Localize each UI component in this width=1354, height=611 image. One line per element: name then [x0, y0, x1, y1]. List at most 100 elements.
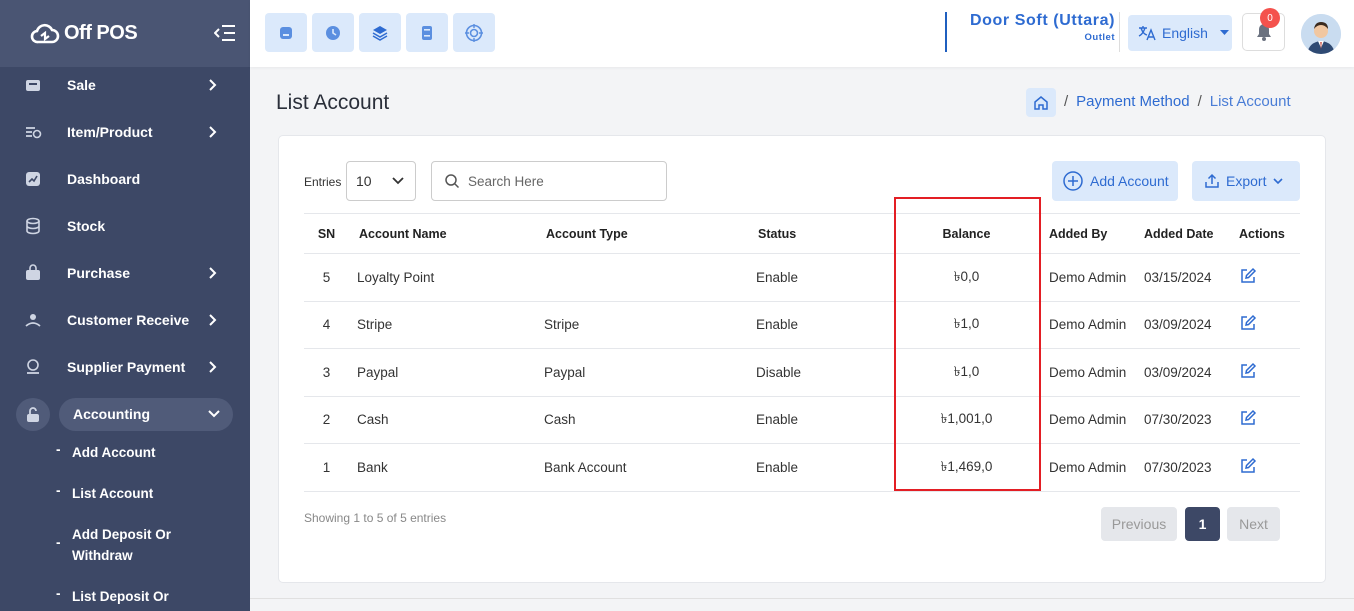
sidebar-item-label: Customer Receive [67, 312, 190, 328]
edit-icon[interactable] [1239, 314, 1257, 332]
cell-account-name: Stripe [349, 301, 540, 349]
cell-added-by: Demo Admin [1049, 301, 1144, 349]
cell-account-type: Stripe [540, 301, 756, 349]
page-title: List Account [276, 91, 390, 114]
clock-icon [326, 25, 340, 40]
language-selector[interactable]: English [1128, 15, 1232, 51]
upload-icon [1205, 173, 1219, 188]
pagination-page-1[interactable]: 1 [1185, 507, 1220, 541]
sidebar-item-dashboard[interactable]: Dashboard [0, 161, 250, 197]
chevron-right-icon [209, 314, 217, 326]
logo-text: Off POS [64, 22, 138, 44]
sidebar-item-label: Purchase [67, 265, 131, 281]
table-row: 4 Stripe Stripe Enable ৳1,0 Demo Admin 0… [304, 301, 1300, 349]
notification-badge: 0 [1260, 8, 1280, 28]
cell-account-name: Bank [349, 443, 540, 492]
col-account-name[interactable]: Account Name [349, 213, 540, 254]
col-added-date[interactable]: Added Date [1144, 213, 1239, 254]
collapse-sidebar-icon[interactable] [214, 24, 236, 42]
sidebar-item-sale[interactable]: Sale [0, 67, 250, 103]
add-account-button[interactable]: Add Account [1052, 161, 1178, 201]
sidebar-item-supplier-payment[interactable]: Supplier Payment [0, 349, 250, 385]
export-button[interactable]: Export [1192, 161, 1300, 201]
outlet-label: Outlet [1084, 32, 1115, 43]
edit-icon[interactable] [1239, 267, 1257, 285]
col-account-type[interactable]: Account Type [540, 213, 756, 254]
chevron-down-icon [1273, 178, 1284, 185]
calculator-button[interactable] [406, 13, 448, 52]
cell-actions [1239, 253, 1300, 302]
layers-icon [372, 25, 388, 41]
breadcrumb-home[interactable] [1026, 88, 1056, 117]
search-input[interactable] [468, 173, 648, 189]
cloud-logo-icon [30, 23, 60, 43]
sidebar-item-label: Supplier Payment [67, 359, 186, 375]
pagination-next[interactable]: Next [1227, 507, 1280, 541]
edit-icon[interactable] [1239, 457, 1257, 475]
sidebar-sub-list-deposit[interactable]: - List Deposit Or [56, 586, 202, 607]
sidebar-item-customer-receive[interactable]: Customer Receive [0, 302, 250, 338]
cell-added-by: Demo Admin [1049, 348, 1144, 397]
language-label: English [1162, 25, 1208, 41]
pagination-previous[interactable]: Previous [1101, 507, 1177, 541]
home-icon [1034, 95, 1048, 110]
sidebar-item-label: Stock [67, 218, 106, 234]
entries-select[interactable]: 10 [346, 161, 416, 201]
chevron-down-icon [392, 177, 404, 185]
chevron-down-icon [208, 410, 220, 418]
chevron-right-icon [209, 79, 217, 91]
table-header-row: SN Account Name Account Type Status Bala… [304, 213, 1300, 254]
cell-status: Disable [756, 348, 884, 397]
user-avatar-icon [1301, 14, 1341, 54]
cell-account-name: Loyalty Point [349, 253, 540, 302]
breadcrumb-separator: / [1197, 93, 1202, 110]
edit-icon[interactable] [1239, 409, 1257, 427]
customer-receive-icon [25, 314, 41, 327]
cell-sn: 5 [304, 253, 349, 302]
cell-account-type: Cash [540, 396, 756, 444]
target-button[interactable] [453, 13, 495, 52]
sidebar-sub-list-account[interactable]: - List Account [56, 483, 202, 504]
sidebar-item-stock[interactable]: Stock [0, 208, 250, 244]
plus-circle-icon [1063, 171, 1083, 191]
pos-button[interactable] [265, 13, 307, 52]
cell-actions [1239, 396, 1300, 444]
top-header: Door Soft (Uttara) Outlet English 0 [250, 0, 1354, 67]
clock-button[interactable] [312, 13, 354, 52]
cell-sn: 1 [304, 443, 349, 492]
sidebar-sub-add-account[interactable]: - Add Account [56, 442, 202, 463]
sidebar-item-item-product[interactable]: Item/Product [0, 114, 250, 150]
edit-icon[interactable] [1239, 362, 1257, 380]
cell-actions [1239, 348, 1300, 397]
sub-dash: - [56, 586, 61, 601]
sidebar-item-purchase[interactable]: Purchase [0, 255, 250, 291]
outlet-name: Door Soft (Uttara) [969, 12, 1115, 29]
add-account-label: Add Account [1090, 173, 1169, 189]
target-icon [465, 23, 483, 42]
chevron-right-icon [209, 267, 217, 279]
user-avatar[interactable] [1301, 14, 1341, 54]
col-status[interactable]: Status [756, 213, 884, 254]
pos-icon [280, 26, 292, 39]
cell-account-type: Bank Account [540, 443, 756, 492]
cell-sn: 2 [304, 396, 349, 444]
breadcrumb-payment-method[interactable]: Payment Method [1076, 93, 1189, 110]
logo[interactable]: Off POS [30, 22, 138, 46]
sidebar-sub-add-deposit[interactable]: - Add Deposit Or Withdraw [56, 524, 182, 566]
cell-sn: 4 [304, 301, 349, 349]
col-added-by[interactable]: Added By [1049, 213, 1144, 254]
lock-icon [27, 406, 39, 422]
accounting-icon-wrap[interactable] [16, 398, 50, 431]
col-sn[interactable]: SN [304, 213, 349, 254]
sidebar: Off POS Sale Item/Product Dashboard Stoc… [0, 0, 250, 611]
cell-status: Enable [756, 396, 884, 444]
sidebar-item-label: Dashboard [67, 171, 141, 187]
entries-value: 10 [356, 173, 372, 189]
layers-button[interactable] [359, 13, 401, 52]
outlet-selector[interactable]: Door Soft (Uttara) Outlet [945, 12, 1115, 52]
search-box[interactable] [431, 161, 667, 201]
cell-sn: 3 [304, 348, 349, 397]
sidebar-item-accounting[interactable]: Accounting [59, 398, 233, 431]
cell-added-by: Demo Admin [1049, 443, 1144, 492]
cell-added-date: 07/30/2023 [1144, 396, 1239, 444]
